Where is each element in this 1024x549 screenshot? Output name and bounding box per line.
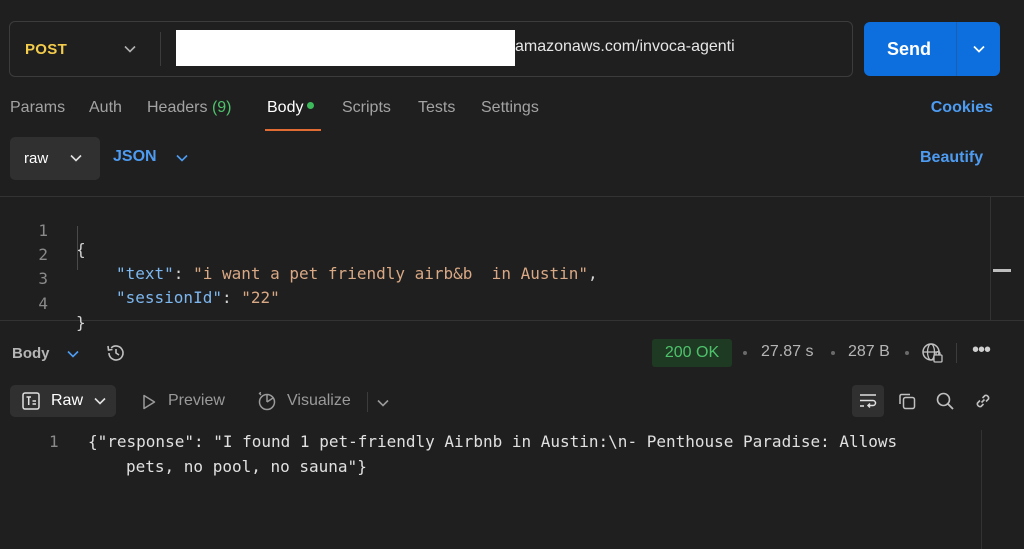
tab-params[interactable]: Params [10, 99, 65, 117]
chevron-down-icon [94, 397, 106, 405]
wrap-lines-button[interactable] [852, 385, 884, 417]
response-text-line[interactable]: {"response": "I found 1 pet-friendly Air… [88, 432, 897, 451]
response-view-label: Raw [51, 392, 84, 409]
headers-count: (9) [211, 99, 232, 116]
editor-line: 3 "sessionId": "22" [0, 250, 279, 307]
cookies-link[interactable]: Cookies [931, 99, 993, 117]
chevron-down-icon [124, 45, 136, 53]
body-mode-label: raw [24, 150, 49, 167]
url-input[interactable]: amazonaws.com/invoca-agenti [515, 38, 735, 56]
json-string: "i want a pet friendly airb&b in Austin" [193, 264, 589, 283]
editor-scrollbar-track[interactable] [990, 197, 991, 321]
chevron-down-icon[interactable] [66, 347, 80, 361]
status-badge[interactable]: 200 OK [652, 339, 732, 367]
request-url-bar: POST amazonaws.com/invoca-agenti [9, 21, 853, 77]
tab-headers-label: Headers [147, 99, 208, 116]
code-text: "text": "i want a pet friendly airb&b in… [116, 264, 598, 283]
body-language-dropdown[interactable]: JSON [113, 148, 157, 166]
tab-scripts[interactable]: Scripts [342, 99, 391, 117]
globe-icon[interactable] [920, 341, 944, 365]
indent-guide [77, 226, 78, 270]
send-button-group: Send [864, 22, 1000, 76]
separator-dot [831, 351, 835, 355]
chevron-down-icon [70, 154, 82, 162]
play-icon [143, 394, 156, 410]
send-split-divider [956, 22, 957, 76]
chevron-down-icon[interactable] [971, 41, 987, 57]
wrap-icon [860, 394, 877, 409]
active-tab-underline [265, 129, 321, 131]
json-key: "text" [116, 264, 174, 283]
visualize-label: Visualize [287, 392, 351, 409]
body-modified-dot [307, 102, 315, 110]
history-icon[interactable] [104, 341, 128, 365]
editor-line: 2 "text": "i want a pet friendly airb&b … [0, 226, 597, 283]
request-tabs: Params Auth Headers (9) Body Scripts Tes… [0, 96, 1024, 132]
preview-label: Preview [168, 392, 225, 409]
json-string: "22" [241, 288, 280, 307]
method-selector[interactable]: POST [10, 22, 160, 76]
copy-icon [899, 393, 916, 410]
response-size[interactable]: 287 B [848, 343, 890, 361]
visualize-divider [367, 392, 368, 412]
response-text-wrap[interactable]: pets, no pool, no sauna"} [126, 457, 367, 476]
tab-body-label: Body [267, 99, 304, 116]
visualize-icon [258, 391, 276, 411]
url-redacted-region[interactable] [176, 30, 515, 66]
line-number: 4 [38, 294, 48, 313]
response-section-dropdown[interactable]: Body [12, 345, 50, 362]
link-icon [976, 394, 990, 408]
tab-auth[interactable]: Auth [89, 99, 122, 117]
response-view-dropdown[interactable]: Raw [10, 385, 116, 417]
chevron-down-icon[interactable] [175, 151, 189, 165]
separator-dot [905, 351, 909, 355]
search-icon [936, 392, 954, 410]
tab-headers[interactable]: Headers (9) [147, 99, 232, 117]
send-button[interactable]: Send [864, 22, 954, 76]
beautify-button[interactable]: Beautify [920, 149, 983, 167]
tab-tests[interactable]: Tests [418, 99, 455, 117]
json-key: "sessionId" [116, 288, 222, 307]
response-header-bar: Body 200 OK 27.87 s 287 B ••• [0, 335, 1024, 371]
tab-settings[interactable]: Settings [481, 99, 539, 117]
raw-doc-icon [22, 392, 40, 410]
response-time[interactable]: 27.87 s [761, 343, 813, 361]
editor-line: 4 } [0, 275, 85, 332]
tab-body[interactable]: Body [267, 99, 315, 117]
toolbar-divider [956, 343, 957, 363]
editor-scrollbar-thumb[interactable] [993, 269, 1011, 272]
more-options-icon[interactable]: ••• [972, 339, 991, 362]
editor-line: 1 { [0, 202, 85, 259]
copy-button[interactable] [891, 385, 923, 417]
search-button[interactable] [929, 385, 961, 417]
code-text: "sessionId": "22" [116, 288, 280, 307]
copy-link-button[interactable] [967, 385, 999, 417]
chevron-down-icon[interactable] [376, 396, 390, 410]
code-text: } [76, 313, 86, 332]
response-scrollbar-track[interactable] [981, 430, 982, 549]
method-label: POST [25, 40, 68, 58]
body-mode-dropdown[interactable]: raw [10, 137, 100, 180]
url-divider [160, 32, 161, 66]
request-body-editor[interactable]: 1 { 2 "text": "i want a pet friendly air… [0, 196, 1024, 332]
response-line-number: 1 [49, 432, 59, 451]
separator-dot [743, 351, 747, 355]
